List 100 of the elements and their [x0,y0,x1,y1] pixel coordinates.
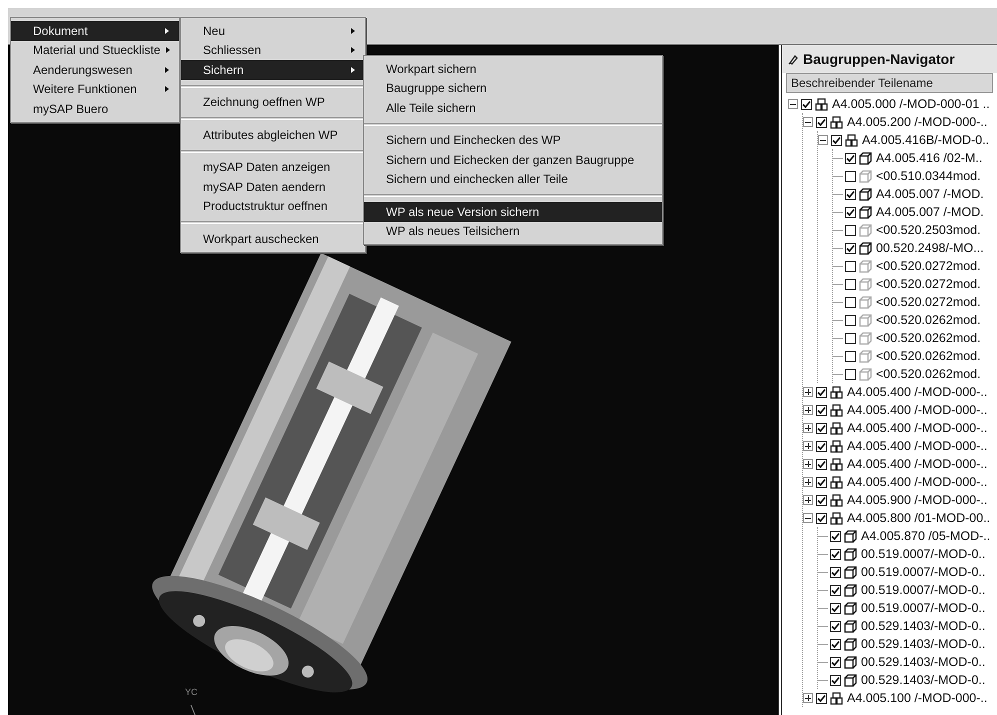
expand-toggle[interactable] [803,495,813,505]
checkbox[interactable] [816,476,827,488]
collapse-toggle[interactable] [788,99,798,109]
tree-item-label[interactable]: <00.520.2503mod. [876,222,981,238]
tree-item-label[interactable]: A4.005.416B/-MOD-0.. [862,132,990,148]
checkbox[interactable] [845,314,856,326]
column-header[interactable]: Beschreibender Teilename [786,73,993,93]
tree-item-label[interactable]: A4.005.400 /-MOD-000-.. [847,456,988,472]
menu-item[interactable]: mySAP Daten anzeigen [181,158,365,177]
menu-item[interactable]: Aenderungswesen [11,60,179,80]
checkbox[interactable] [816,422,827,434]
checkbox[interactable] [830,584,841,596]
tree-item-label[interactable]: A4.005.400 /-MOD-000-.. [847,402,988,418]
menu-item[interactable]: WP als neues Teilsichern [364,222,662,241]
checkbox[interactable] [801,98,812,110]
collapse-toggle[interactable] [803,117,813,127]
checkbox[interactable] [816,386,827,398]
checkbox[interactable] [816,440,827,452]
checkbox[interactable] [830,530,841,542]
checkbox[interactable] [816,494,827,506]
menu-item[interactable]: Productstruktur oeffnen [181,196,365,216]
expand-toggle[interactable] [803,405,813,415]
checkbox[interactable] [830,674,841,686]
tree-item-label[interactable]: 00.519.0007/-MOD-0.. [861,564,986,580]
checkbox[interactable] [845,260,856,272]
menu-item[interactable]: Zeichnung oeffnen WP [181,92,365,112]
menu-item[interactable]: WP als neue Version sichern [364,202,662,222]
tree-item-label[interactable]: A4.005.400 /-MOD-000-.. [847,420,988,436]
tree-item-label[interactable]: 00.519.0007/-MOD-0.. [861,582,986,598]
expand-toggle[interactable] [803,693,813,703]
menu-item[interactable]: Neu [181,21,365,40]
checkbox[interactable] [816,116,827,128]
menu-item[interactable]: Workpart sichern [364,59,662,78]
tree-item-label[interactable]: <00.520.0262mod. [876,366,981,382]
tree-item-label[interactable]: A4.005.007 /-MOD. [876,186,984,202]
tree-item-label[interactable]: A4.005.900 /-MOD-000-.. [847,492,988,508]
tree-item-label[interactable]: <00.510.0344mod. [876,168,981,184]
menu-item[interactable]: mySAP Daten aendern [181,177,365,196]
checkbox[interactable] [830,638,841,650]
menu-item[interactable]: Baugruppe sichern [364,78,662,98]
expand-toggle[interactable] [803,441,813,451]
tree-item-label[interactable]: A4.005.000 /-MOD-000-01 .. [832,96,990,112]
tree-item-label[interactable]: 00.529.1403/-MOD-0.. [861,672,986,688]
checkbox[interactable] [845,206,856,218]
menu-item[interactable]: Schliessen [181,40,365,60]
tree-item-label[interactable]: 00.529.1403/-MOD-0.. [861,636,986,652]
checkbox[interactable] [845,278,856,290]
tree-item-label[interactable]: <00.520.0272mod. [876,258,981,274]
menu-item[interactable]: Alle Teile sichern [364,98,662,118]
tree-item-label[interactable]: 00.529.1403/-MOD-0.. [861,618,986,634]
checkbox[interactable] [830,566,841,578]
tree-item-label[interactable]: A4.005.870 /05-MOD-.. [861,528,990,544]
checkbox[interactable] [830,548,841,560]
menu-item[interactable]: mySAP Buero [11,99,179,118]
tree-item-label[interactable]: 00.519.0007/-MOD-0.. [861,546,986,562]
checkbox[interactable] [816,692,827,704]
collapse-toggle[interactable] [803,513,813,523]
menu-item[interactable]: Sichern und Eichecken der ganzen Baugruppe [364,150,662,170]
menu-item[interactable]: Sichern und einchecken aller Teile [364,170,662,189]
tree-item-label[interactable]: A4.005.200 /-MOD-000-.. [847,114,988,130]
checkbox[interactable] [830,602,841,614]
menu-item[interactable]: Attributes abgleichen WP [181,125,365,144]
tree-item-label[interactable]: <00.520.0262mod. [876,312,981,328]
expand-toggle[interactable] [803,387,813,397]
menu-item[interactable]: Weitere Funktionen [11,80,179,99]
menu-item[interactable]: Sichern [181,60,365,80]
tree-item-label[interactable]: 00.520.2498/-MO... [876,240,984,256]
tree-item-label[interactable]: A4.005.100 /-MOD-000-.. [847,690,988,706]
menu-item[interactable]: Dokument [11,21,179,40]
checkbox[interactable] [816,404,827,416]
checkbox[interactable] [830,620,841,632]
checkbox[interactable] [845,242,856,254]
checkbox[interactable] [830,656,841,668]
menu-item[interactable]: Sichern und Einchecken des WP [364,130,662,150]
tree-item-label[interactable]: <00.520.0262mod. [876,330,981,346]
tree-item-label[interactable]: 00.529.1403/-MOD-0.. [861,654,986,670]
tree-item-label[interactable]: A4.005.416 /02-M.. [876,150,982,166]
expand-toggle[interactable] [803,423,813,433]
tree-item-label[interactable]: A4.005.400 /-MOD-000-.. [847,474,988,490]
checkbox[interactable] [831,134,842,146]
expand-toggle[interactable] [803,477,813,487]
tree-item-label[interactable]: <00.520.0262mod. [876,348,981,364]
checkbox[interactable] [845,170,856,182]
menu-item[interactable]: Material und Stueckliste [11,40,179,60]
collapse-toggle[interactable] [818,135,828,145]
checkbox[interactable] [845,332,856,344]
tree-item-label[interactable]: A4.005.800 /01-MOD-00.. [847,510,990,526]
checkbox[interactable] [845,224,856,236]
tree-item-label[interactable]: <00.520.0272mod. [876,276,981,292]
expand-toggle[interactable] [803,459,813,469]
checkbox[interactable] [816,512,827,524]
checkbox[interactable] [845,350,856,362]
tree-item-label[interactable]: A4.005.007 /-MOD. [876,204,984,220]
tree-item-label[interactable]: A4.005.400 /-MOD-000-.. [847,438,988,454]
tree-item-label[interactable]: 00.519.0007/-MOD-0.. [861,600,986,616]
tree-item-label[interactable]: <00.520.0272mod. [876,294,981,310]
checkbox[interactable] [845,152,856,164]
menu-item[interactable]: Workpart auschecken [181,229,365,248]
checkbox[interactable] [816,458,827,470]
tree-item-label[interactable]: A4.005.400 /-MOD-000-.. [847,384,988,400]
